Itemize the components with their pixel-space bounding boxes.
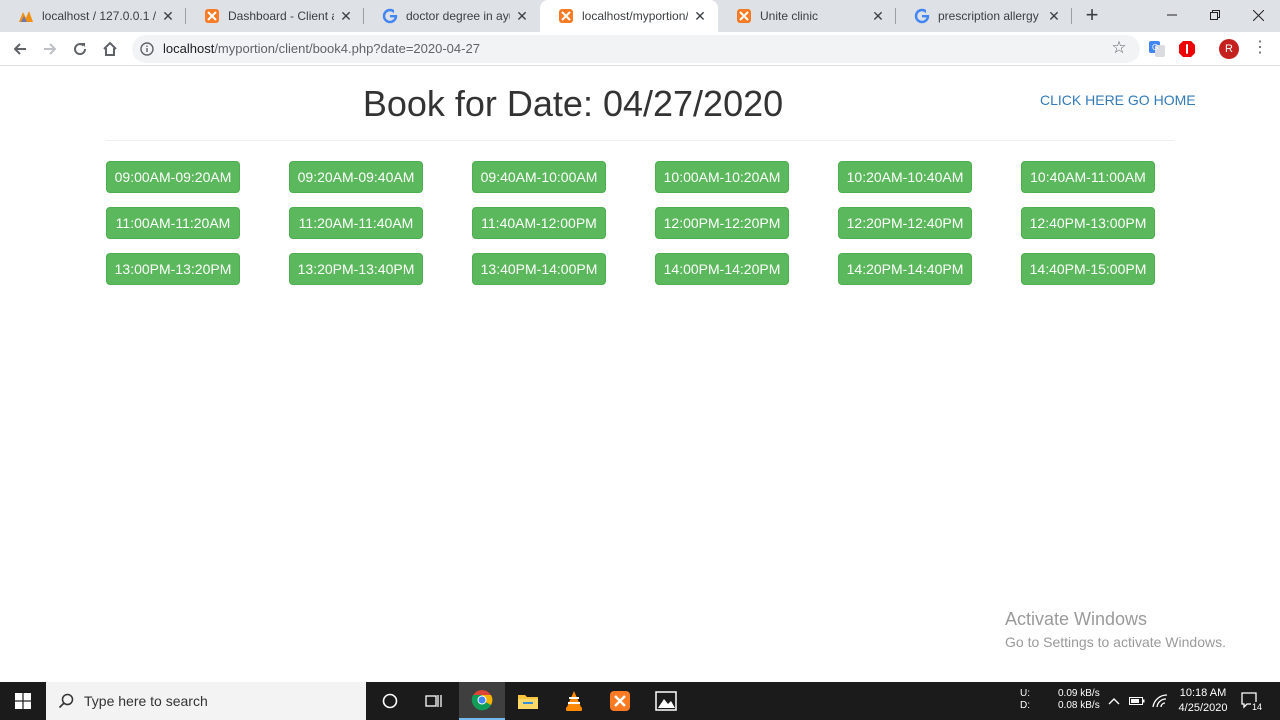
- close-window-icon[interactable]: [1235, 0, 1280, 30]
- task-view-icon[interactable]: [412, 682, 456, 720]
- chrome-taskbar-icon[interactable]: [459, 682, 505, 720]
- time-slot-button[interactable]: 09:00AM-09:20AM: [106, 161, 240, 193]
- home-icon[interactable]: [98, 37, 122, 61]
- time-slot-button[interactable]: 14:00PM-14:20PM: [655, 253, 789, 285]
- close-tab-icon[interactable]: ✕: [514, 8, 530, 24]
- close-tab-icon[interactable]: ✕: [1046, 8, 1062, 24]
- notification-count: 14: [1251, 702, 1264, 712]
- time-slot-button[interactable]: 12:20PM-12:40PM: [838, 207, 972, 239]
- time-slot-button[interactable]: 13:20PM-13:40PM: [289, 253, 423, 285]
- wifi-icon[interactable]: [1151, 682, 1169, 720]
- time-slot-button[interactable]: 13:00PM-13:20PM: [106, 253, 240, 285]
- restore-icon[interactable]: [1192, 0, 1238, 30]
- bookmark-star-icon[interactable]: ☆: [1110, 39, 1128, 57]
- browser-tab[interactable]: localhost / 127.0.0.1 / d ✕: [0, 0, 186, 32]
- go-home-link[interactable]: CLICK HERE GO HOME: [1040, 92, 1196, 108]
- time-slot-button[interactable]: 10:20AM-10:40AM: [838, 161, 972, 193]
- close-tab-icon[interactable]: ✕: [338, 8, 354, 24]
- browser-toolbar: localhost/myportion/client/book4.php?dat…: [0, 32, 1280, 66]
- browser-tab[interactable]: Dashboard - Client area ✕: [186, 0, 364, 32]
- action-center-icon[interactable]: 14: [1238, 682, 1264, 720]
- minimize-icon[interactable]: [1149, 0, 1195, 30]
- time-slot-button[interactable]: 09:40AM-10:00AM: [472, 161, 606, 193]
- xampp-icon: [736, 8, 752, 24]
- photos-icon[interactable]: [643, 682, 689, 720]
- divider: [106, 140, 1174, 141]
- activate-windows-watermark: Activate Windows Go to Settings to activ…: [1005, 609, 1226, 650]
- back-icon[interactable]: [8, 37, 32, 61]
- adblock-icon[interactable]: [1178, 40, 1196, 58]
- reload-icon[interactable]: [68, 37, 92, 61]
- taskbar-clock[interactable]: 10:18 AM 4/25/2020: [1172, 686, 1234, 720]
- time-slot-button[interactable]: 12:00PM-12:20PM: [655, 207, 789, 239]
- profile-avatar[interactable]: R: [1219, 39, 1239, 59]
- xampp-icon: [204, 8, 220, 24]
- menu-kebab-icon[interactable]: ⋮: [1252, 39, 1268, 59]
- network-speed-labels: U: D:: [1020, 688, 1030, 711]
- network-speed: 0.09 kB/s 0.08 kB/s: [1058, 688, 1100, 711]
- file-explorer-icon[interactable]: [505, 682, 551, 720]
- time-slot-button[interactable]: 13:40PM-14:00PM: [472, 253, 606, 285]
- vlc-icon[interactable]: [551, 682, 597, 720]
- time-slot-grid: 09:00AM-09:20AM 09:20AM-09:40AM 09:40AM-…: [106, 161, 1176, 299]
- time-slot-button[interactable]: 11:00AM-11:20AM: [106, 207, 240, 239]
- chevron-up-icon[interactable]: [1106, 682, 1122, 720]
- search-icon: [58, 693, 74, 709]
- battery-icon[interactable]: [1128, 682, 1146, 720]
- info-icon[interactable]: [140, 42, 154, 56]
- page-content: Book for Date: 04/27/2020 CLICK HERE GO …: [0, 67, 1280, 682]
- browser-tab[interactable]: prescription allergy me ✕: [896, 0, 1072, 32]
- browser-tab[interactable]: doctor degree in ayurve ✕: [364, 0, 540, 32]
- address-bar[interactable]: localhost/myportion/client/book4.php?dat…: [132, 35, 1140, 63]
- time-slot-row: 11:00AM-11:20AM 11:20AM-11:40AM 11:40AM-…: [106, 207, 1176, 239]
- time-slot-button[interactable]: 09:20AM-09:40AM: [289, 161, 423, 193]
- windows-taskbar: Type here to search U: D: 0.09 kB/s 0.08…: [0, 682, 1280, 720]
- browser-tab[interactable]: Unite clinic ✕: [718, 0, 896, 32]
- google-icon: [914, 8, 930, 24]
- browser-tab-active[interactable]: localhost/myportion/cl ✕: [540, 0, 718, 32]
- google-icon: [382, 8, 398, 24]
- url-text: localhost/myportion/client/book4.php?dat…: [163, 41, 480, 56]
- time-slot-button[interactable]: 10:00AM-10:20AM: [655, 161, 789, 193]
- browser-tab-strip: localhost / 127.0.0.1 / d ✕ Dashboard - …: [0, 0, 1280, 32]
- time-slot-button[interactable]: 14:40PM-15:00PM: [1021, 253, 1155, 285]
- svg-text:G: G: [1152, 43, 1158, 52]
- windows-start-icon[interactable]: [0, 682, 46, 720]
- xampp-taskbar-icon[interactable]: [597, 682, 643, 720]
- cortana-icon[interactable]: [368, 682, 412, 720]
- close-tab-icon[interactable]: ✕: [870, 8, 886, 24]
- phpmyadmin-icon: [18, 8, 34, 24]
- close-tab-icon[interactable]: ✕: [160, 8, 176, 24]
- time-slot-button[interactable]: 10:40AM-11:00AM: [1021, 161, 1155, 193]
- time-slot-button[interactable]: 11:20AM-11:40AM: [289, 207, 423, 239]
- time-slot-button[interactable]: 11:40AM-12:00PM: [472, 207, 606, 239]
- google-translate-icon[interactable]: G: [1148, 40, 1166, 58]
- time-slot-row: 13:00PM-13:20PM 13:20PM-13:40PM 13:40PM-…: [106, 253, 1176, 285]
- time-slot-button[interactable]: 14:20PM-14:40PM: [838, 253, 972, 285]
- page-title: Book for Date: 04/27/2020: [362, 83, 784, 124]
- taskbar-search-box[interactable]: Type here to search: [46, 682, 366, 720]
- time-slot-row: 09:00AM-09:20AM 09:20AM-09:40AM 09:40AM-…: [106, 161, 1176, 193]
- close-tab-icon[interactable]: ✕: [692, 8, 708, 24]
- xampp-icon: [558, 8, 574, 24]
- new-tab-icon[interactable]: +: [1080, 4, 1104, 28]
- forward-icon[interactable]: [38, 37, 62, 61]
- time-slot-button[interactable]: 12:40PM-13:00PM: [1021, 207, 1155, 239]
